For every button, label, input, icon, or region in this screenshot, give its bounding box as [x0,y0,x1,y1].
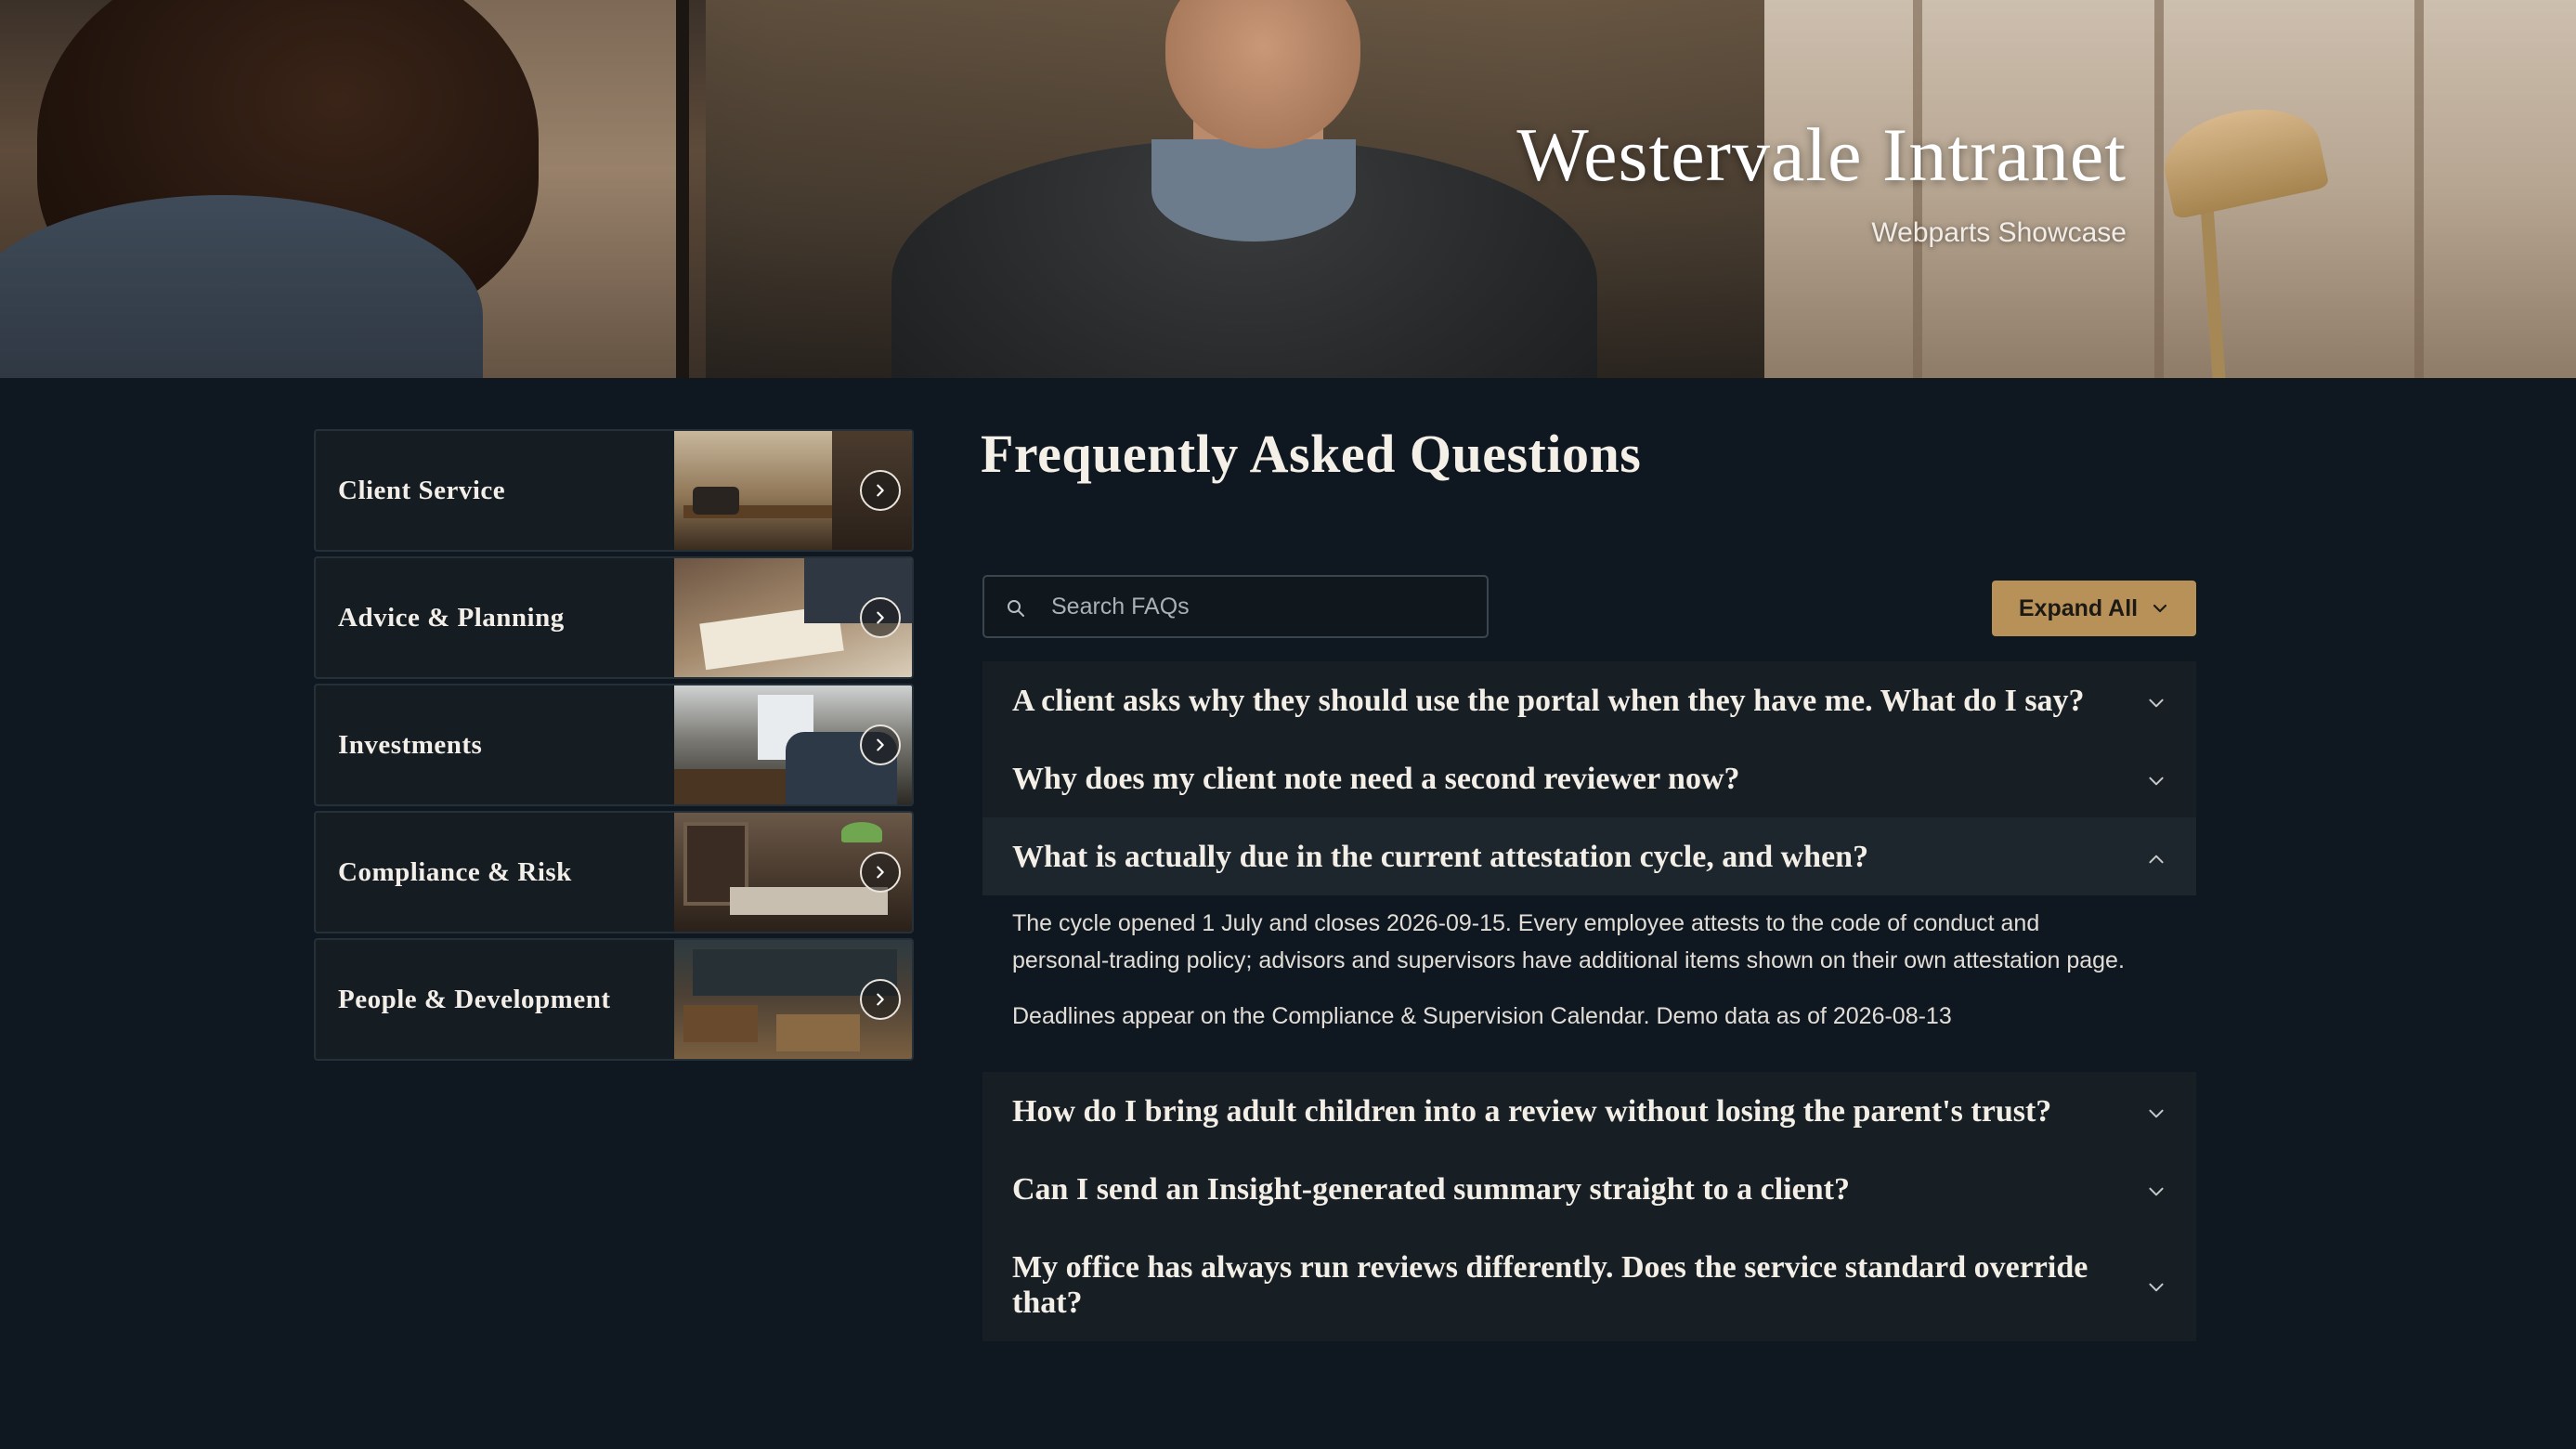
chevron-down-icon [2149,777,2164,786]
hero-door-frame [676,0,689,378]
faq-question-text: My office has always run reviews differe… [1012,1250,2088,1320]
chevron-right-icon[interactable] [860,979,901,1020]
hero-banner: Westervale Intranet Webparts Showcase [0,0,2576,378]
faq-question-text: A client asks why they should use the po… [1012,684,2085,718]
faq-question[interactable]: Why does my client note need a second re… [982,739,2196,817]
faq-heading: Frequently Asked Questions [981,424,1642,484]
tile-advice-planning[interactable]: Advice & Planning [314,556,914,679]
faq-spacer [982,1055,2196,1072]
expand-all-label: Expand All [2018,594,2139,621]
site-title: Westervale Intranet [1516,112,2127,197]
chevron-down-icon [2149,1283,2164,1292]
chevron-right-icon[interactable] [860,852,901,893]
faq-question-text: How do I bring adult children into a rev… [1012,1094,2052,1129]
tile-people-development[interactable]: People & Development [314,938,914,1061]
faq-item: My office has always run reviews differe… [982,1228,2196,1341]
faq-item: Can I send an Insight-generated summary … [982,1150,2196,1228]
faq-question-text: Can I send an Insight-generated summary … [1012,1172,1850,1207]
hero-person-collar [1151,139,1356,242]
tile-investments[interactable]: Investments [314,684,914,806]
faq-accordion: A client asks why they should use the po… [982,661,2196,1341]
chevron-right-icon[interactable] [860,724,901,765]
chevron-down-icon [2149,1187,2164,1196]
tile-label: Advice & Planning [338,603,565,633]
quick-links-tiles: Client Service Advice & Planning Investm… [314,429,914,1065]
site-subtitle: Webparts Showcase [1871,217,2127,248]
faq-item: Why does my client note need a second re… [982,739,2196,817]
chevron-down-icon [2149,1109,2164,1118]
faq-answer: The cycle opened 1 July and closes 2026-… [982,895,2196,1055]
faq-item-expanded: What is actually due in the current atte… [982,817,2196,1055]
faq-answer-paragraph: Deadlines appear on the Compliance & Sup… [1012,1003,1952,1029]
chevron-right-icon[interactable] [860,470,901,511]
faq-question-text: Why does my client note need a second re… [1012,762,1740,796]
faq-item: A client asks why they should use the po… [982,661,2196,739]
tile-client-service[interactable]: Client Service [314,429,914,552]
tile-label: Investments [338,730,483,760]
search-icon [1008,600,1024,617]
chevron-down-icon [2149,698,2164,708]
tile-label: People & Development [338,985,611,1014]
faq-item: How do I bring adult children into a rev… [982,1072,2196,1150]
faq-question[interactable]: My office has always run reviews differe… [982,1228,2196,1341]
expand-all-button[interactable]: Expand All [1992,581,2196,636]
tile-label: Compliance & Risk [338,857,572,887]
search-input[interactable] [1049,577,1477,636]
chevron-right-icon[interactable] [860,597,901,638]
chevron-down-icon [2153,604,2167,613]
faq-question[interactable]: A client asks why they should use the po… [982,661,2196,739]
tile-compliance-risk[interactable]: Compliance & Risk [314,811,914,933]
faq-question[interactable]: How do I bring adult children into a rev… [982,1072,2196,1150]
faq-question-text: What is actually due in the current atte… [1012,840,1869,874]
faq-answer-paragraph: The cycle opened 1 July and closes 2026-… [1012,910,2125,973]
faq-question[interactable]: What is actually due in the current atte… [982,817,2196,895]
chevron-up-icon [2149,855,2164,864]
tile-label: Client Service [338,476,506,505]
faq-search [982,575,1489,638]
faq-question[interactable]: Can I send an Insight-generated summary … [982,1150,2196,1228]
